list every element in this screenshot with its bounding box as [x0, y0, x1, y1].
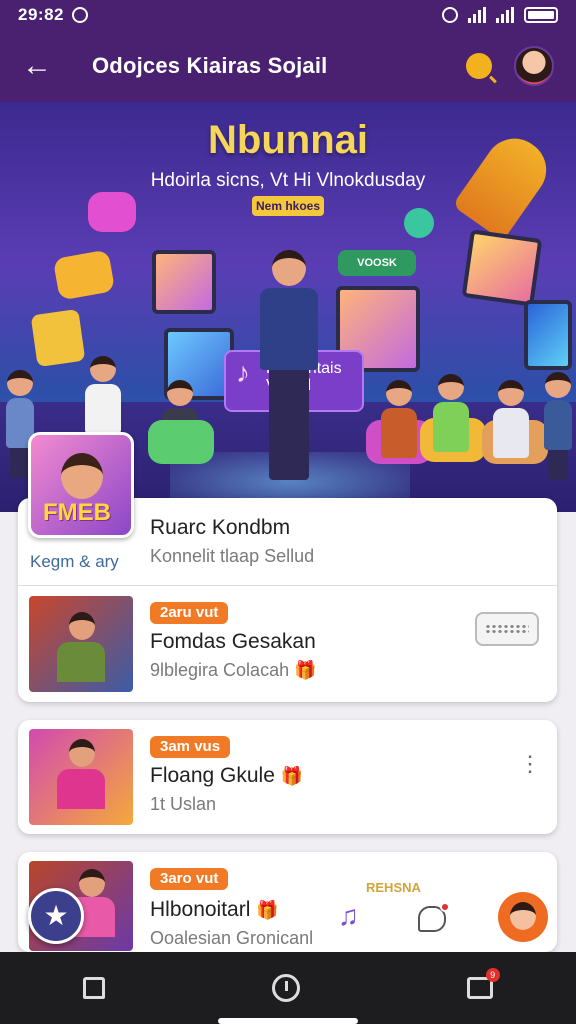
audience-figure-6 — [540, 372, 576, 480]
list-item-3-subtitle: Ooalesian Gronicanl — [150, 928, 314, 948]
alarm-icon — [442, 7, 458, 23]
featured-thumb-text: FMEB — [43, 499, 111, 526]
more-options-icon[interactable]: ⋮ — [519, 753, 541, 775]
featured-card[interactable]: FMEB Kegm & ary Ruarc Kondbm Konnelit tl… — [18, 432, 557, 702]
cell-signal-icon — [496, 7, 514, 23]
inbox-icon[interactable]: 9 — [466, 968, 500, 999]
chat-notification-dot — [440, 902, 450, 912]
hero-screen-label: VOOSK — [338, 250, 416, 276]
favorite-star-button[interactable]: ★ — [28, 888, 84, 944]
search-icon[interactable] — [466, 53, 492, 79]
star-icon: ★ — [43, 900, 69, 931]
controller-icon — [52, 249, 116, 301]
list-item-1-thumbnail — [29, 596, 133, 692]
battery-icon — [524, 7, 558, 23]
hero-badge: Nem hkoes — [252, 196, 324, 216]
list-item-2-tag: 3am vus — [150, 736, 231, 758]
keyboard-icon — [485, 624, 529, 634]
featured-title: Ruarc Kondbm — [150, 516, 291, 539]
app-bar: ← Odojces Kiairas Sojail — [0, 30, 576, 102]
list-item-2[interactable]: 3am vus Floang Gkule 🎁 1t Uslan ⋮ — [18, 720, 557, 834]
status-time: 29:82 — [18, 5, 64, 24]
chair-1 — [148, 420, 214, 464]
list-item-1-subtitle: 9lblegira Colacah 🎁 — [150, 660, 317, 680]
video-screen-1 — [152, 250, 216, 314]
gift-icon: 🎁 — [256, 900, 279, 920]
gamepad-icon — [88, 192, 136, 232]
hero-screen-text: VOOSK — [357, 257, 397, 269]
profile-fab[interactable] — [498, 892, 548, 942]
list-item-2-title: Floang Gkule 🎁 — [150, 764, 304, 787]
list-item-1-title: Fomdas Gesakan — [150, 630, 316, 653]
chat-bubble-icon — [404, 208, 434, 238]
home-indicator[interactable] — [218, 1018, 358, 1024]
gift-icon: 🎁 — [280, 766, 304, 786]
list-item-3[interactable]: 3aro vut Hlbonoitarl 🎁 Ooalesian Gronica… — [18, 852, 557, 952]
music-note-icon: ♪ — [236, 357, 250, 388]
guitar-player-figure — [374, 380, 424, 458]
host-figure — [254, 250, 324, 480]
list-item-2-thumbnail — [29, 729, 133, 825]
clock-icon[interactable] — [271, 974, 300, 1002]
video-screen-5 — [524, 300, 572, 370]
video-screen-4 — [461, 229, 543, 307]
list-item-3-title: Hlbonoitarl 🎁 — [150, 898, 279, 921]
app-bar-actions — [466, 46, 554, 86]
back-arrow-icon[interactable]: ← — [22, 49, 62, 83]
app-title: Odojces Kiairas Sojail — [92, 53, 328, 78]
list-item-3-tag: 3aro vut — [150, 868, 229, 890]
music-note-button[interactable]: ♫ — [338, 900, 359, 932]
bottom-nav: 9 — [0, 952, 576, 1024]
home-icon[interactable] — [83, 977, 106, 999]
list-item-3-aside: REHSNA — [366, 880, 421, 895]
list-item-2-subtitle: 1t Uslan — [150, 794, 217, 814]
inbox-badge: 9 — [485, 968, 500, 982]
status-bar: 29:82 — [0, 0, 576, 30]
gift-icon: 🎁 — [294, 660, 317, 680]
keyboard-button[interactable] — [475, 612, 539, 646]
featured-thumbnail[interactable]: FMEB — [28, 432, 134, 538]
list-item-1[interactable]: 2aru vut Fomdas Gesakan 9lblegira Colaca… — [18, 586, 557, 702]
featured-subtitle: Konnelit tlaap Sellud — [150, 546, 315, 566]
featured-caption: Kegm & ary — [30, 552, 119, 571]
featured-card-header[interactable]: FMEB Kegm & ary Ruarc Kondbm Konnelit tl… — [18, 432, 557, 586]
wifi-signal-icon — [468, 7, 486, 23]
list-item-1-tag: 2aru vut — [150, 602, 229, 624]
audience-figure-5 — [486, 380, 536, 458]
profile-avatar[interactable] — [514, 46, 554, 86]
notification-icon — [71, 7, 88, 23]
chat-button[interactable] — [418, 902, 450, 932]
status-icons — [442, 7, 558, 23]
audience-figure-4 — [426, 374, 476, 452]
